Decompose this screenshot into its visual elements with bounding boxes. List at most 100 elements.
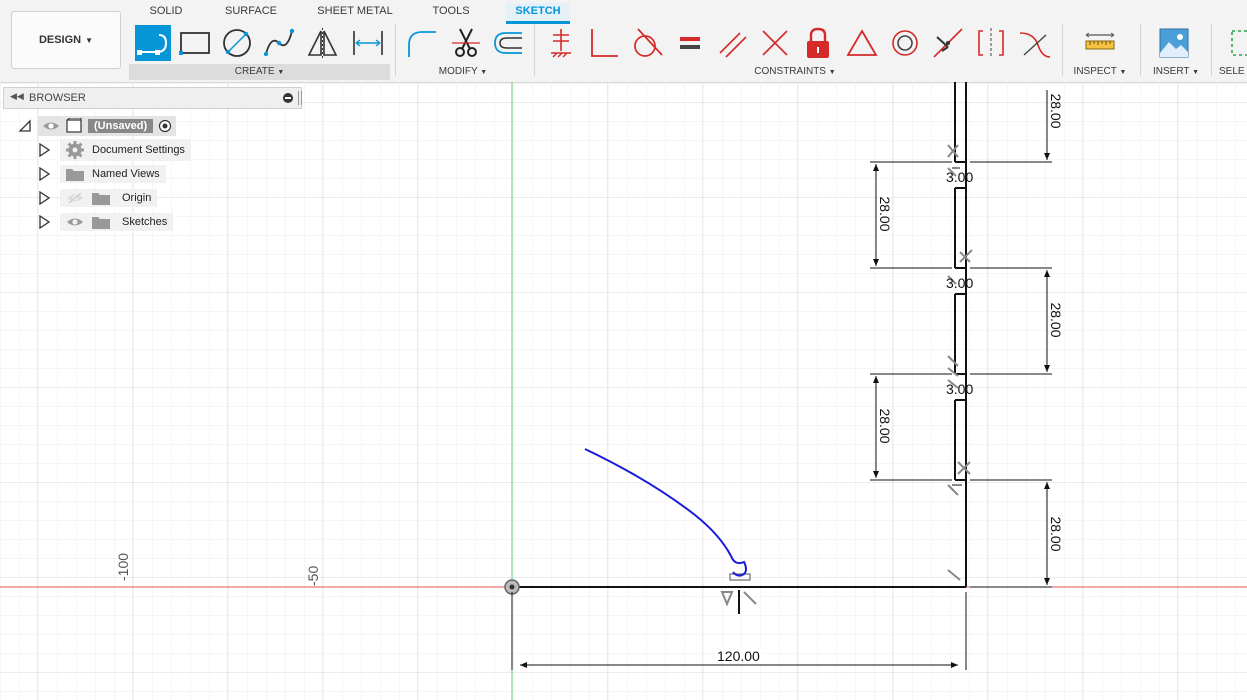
separator (1062, 24, 1063, 76)
root-label: (Unsaved) (88, 119, 154, 133)
triangle-constraint-button[interactable] (844, 25, 880, 61)
dimension-gap-1[interactable]: 3.00 (946, 169, 973, 185)
caret-down-icon: ▼ (85, 35, 94, 45)
separator (1211, 24, 1212, 76)
tab-solid[interactable]: SOLID (140, 3, 192, 21)
dimension-tool-button[interactable] (350, 25, 386, 61)
expand-triangle-icon[interactable] (38, 191, 50, 205)
browser-minimize-icon[interactable] (283, 93, 293, 103)
create-menu[interactable]: CREATE ▼ (129, 64, 390, 80)
browser-item-sketches[interactable]: Sketches (38, 212, 174, 232)
axis-label-minus-50: -50 (305, 565, 321, 586)
tangent-constraint-button[interactable] (628, 25, 664, 61)
circle-tool-button[interactable] (219, 25, 255, 61)
browser-title: BROWSER (29, 92, 86, 104)
lock-constraint-button[interactable] (800, 25, 836, 61)
toolbar: DESIGN ▼ SOLID SURFACE SHEET METAL TOOLS… (0, 0, 1247, 83)
document-settings-label: Document Settings (92, 144, 185, 156)
fix-icon (551, 29, 571, 58)
symmetry-icon (978, 28, 1004, 58)
dimension-seg-2[interactable]: 28.00 (877, 192, 893, 236)
midpoint-icon (933, 28, 963, 58)
browser-panel-header: ◀◀ BROWSER (3, 87, 302, 109)
fillet-tool-button[interactable] (404, 25, 440, 61)
trim-tool-button[interactable] (448, 25, 484, 61)
origin-label: Origin (122, 192, 152, 204)
tab-surface[interactable]: SURFACE (220, 3, 282, 21)
tangent-icon (634, 28, 663, 57)
modify-menu[interactable]: MODIFY ▼ (400, 64, 526, 80)
coincident-constraint-button[interactable] (757, 25, 793, 61)
dimension-width[interactable]: 120.00 (715, 648, 762, 664)
midpoint-constraint-button[interactable] (930, 25, 966, 61)
eye-hidden-icon[interactable] (66, 192, 84, 204)
dimension-seg-5[interactable]: 28.00 (1048, 512, 1064, 556)
dimension-seg-4[interactable]: 28.00 (877, 404, 893, 448)
dimension-gap-2[interactable]: 3.00 (946, 275, 973, 291)
line-tool-button[interactable] (135, 25, 171, 61)
inspect-menu[interactable]: INSPECT ▼ (1068, 64, 1132, 80)
insert-menu[interactable]: INSERT ▼ (1146, 64, 1206, 80)
folder-icon (92, 193, 110, 205)
eye-icon[interactable] (66, 216, 84, 228)
gear-icon (66, 141, 84, 159)
spline-tool-button[interactable] (261, 25, 297, 61)
browser-item-origin[interactable]: Origin (38, 188, 158, 208)
ruler-icon (1085, 32, 1115, 50)
tab-tools[interactable]: TOOLS (424, 3, 478, 21)
expand-triangle-icon[interactable] (38, 143, 50, 157)
insert-image-button[interactable] (1156, 25, 1192, 61)
separator (1140, 24, 1141, 76)
parallel-constraint-button[interactable] (714, 25, 750, 61)
concentric-icon (892, 30, 918, 56)
design-label: DESIGN (38, 34, 82, 46)
expand-triangle-icon[interactable] (38, 167, 50, 181)
browser-root-node[interactable]: (Unsaved) (18, 116, 177, 136)
folder-icon (66, 169, 84, 181)
perpendicular-constraint-button[interactable] (586, 25, 622, 61)
dimension-icon (353, 31, 383, 55)
image-icon (1159, 28, 1189, 58)
collapse-triangle-icon[interactable] (18, 119, 32, 133)
perpendicular-icon (591, 29, 618, 57)
coincident-icon (762, 30, 788, 56)
component-icon (66, 118, 82, 133)
separator (395, 24, 396, 76)
caret-down-icon: ▼ (1119, 69, 1127, 76)
tab-sheet-metal[interactable]: SHEET METAL (312, 3, 398, 21)
dimension-seg-1[interactable]: 28.00 (1048, 89, 1064, 133)
offset-icon (494, 32, 522, 54)
triangle-icon (846, 29, 878, 56)
parallel-icon (719, 32, 747, 58)
expand-triangle-icon[interactable] (38, 215, 50, 229)
browser-item-named-views[interactable]: Named Views (38, 164, 166, 184)
curvature-constraint-button[interactable] (1016, 25, 1052, 61)
measure-tool-button[interactable] (1082, 25, 1118, 61)
caret-down-icon: ▼ (828, 69, 836, 76)
design-workspace-button[interactable]: DESIGN ▼ (11, 11, 121, 69)
sketch-canvas[interactable] (0, 82, 1247, 700)
activate-radio-icon[interactable] (158, 119, 172, 133)
rectangle-icon (179, 32, 210, 55)
rectangle-tool-button[interactable] (177, 25, 213, 61)
dimension-seg-3[interactable]: 28.00 (1048, 298, 1064, 342)
mirror-tool-button[interactable] (304, 25, 340, 61)
symmetry-constraint-button[interactable] (973, 25, 1009, 61)
browser-resize-handle[interactable] (298, 91, 302, 105)
fillet-icon (408, 31, 436, 57)
select-menu[interactable]: SELE (1219, 64, 1247, 80)
equal-icon (680, 37, 700, 49)
equal-constraint-button[interactable] (672, 25, 708, 61)
constraints-menu[interactable]: CONSTRAINTS ▼ (540, 64, 1050, 80)
fix-constraint-button[interactable] (543, 25, 579, 61)
axis-label-minus-100: -100 (115, 552, 131, 581)
eye-icon[interactable] (42, 120, 60, 132)
curvature-icon (1019, 32, 1051, 58)
tab-sketch[interactable]: SKETCH (506, 3, 570, 24)
offset-tool-button[interactable] (490, 25, 526, 61)
dimension-gap-3[interactable]: 3.00 (946, 381, 973, 397)
collapse-left-icon[interactable]: ◀◀ (10, 91, 24, 102)
concentric-constraint-button[interactable] (887, 25, 923, 61)
browser-item-document-settings[interactable]: Document Settings (38, 139, 191, 161)
select-tool-button[interactable] (1226, 25, 1247, 61)
